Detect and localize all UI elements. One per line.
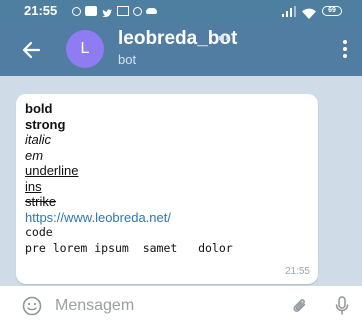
microphone-button[interactable] <box>334 295 350 317</box>
emoji-button[interactable] <box>22 296 42 316</box>
chat-subtitle: bot <box>118 52 137 67</box>
composer-bar <box>0 286 362 326</box>
mail-icon <box>117 6 129 16</box>
status-time: 21:55 <box>24 3 58 18</box>
message-timestamp: 21:55 <box>284 266 310 277</box>
wifi-icon <box>302 6 316 19</box>
notification-icon <box>72 6 81 16</box>
chat-area[interactable]: bold strong italic em underline ins stri… <box>0 76 362 286</box>
battery-icon: 69 <box>322 6 342 16</box>
arrow-left-icon <box>22 41 41 59</box>
strike-line: strike <box>25 194 57 209</box>
system-icons: 69 <box>282 3 342 19</box>
message-text: bold strong italic em underline ins stri… <box>25 101 233 256</box>
muted-icon <box>219 33 230 43</box>
signal-icon <box>282 5 296 17</box>
em-line: em <box>25 147 44 163</box>
status-bar: 21:55 69 <box>0 0 362 22</box>
bold-line: bold <box>25 101 53 116</box>
message-link[interactable]: https://www.leobreda.net/ <box>25 210 233 226</box>
twitter-icon <box>101 6 113 17</box>
message-input[interactable] <box>55 296 275 316</box>
underline-line: underline <box>25 163 79 178</box>
paperclip-icon <box>293 299 306 312</box>
strong-line: strong <box>25 116 66 132</box>
message-bubble[interactable]: bold strong italic em underline ins stri… <box>16 94 318 284</box>
microphone-icon <box>335 296 349 315</box>
media-icon <box>85 6 97 16</box>
cloud-icon <box>146 8 157 14</box>
instagram-icon <box>133 6 142 16</box>
attach-button[interactable] <box>290 296 310 316</box>
back-button[interactable] <box>18 37 44 63</box>
ins-line: ins <box>25 178 42 194</box>
chat-header: L leobreda_bot bot <box>0 22 362 76</box>
pre-line: pre lorem ipsum samet dolor <box>25 240 233 255</box>
italic-line: italic <box>25 132 52 147</box>
code-line: code <box>25 225 53 239</box>
smiley-icon <box>22 296 42 316</box>
notification-icons <box>72 3 157 19</box>
avatar[interactable]: L <box>66 30 104 68</box>
more-options-button[interactable] <box>334 36 356 62</box>
